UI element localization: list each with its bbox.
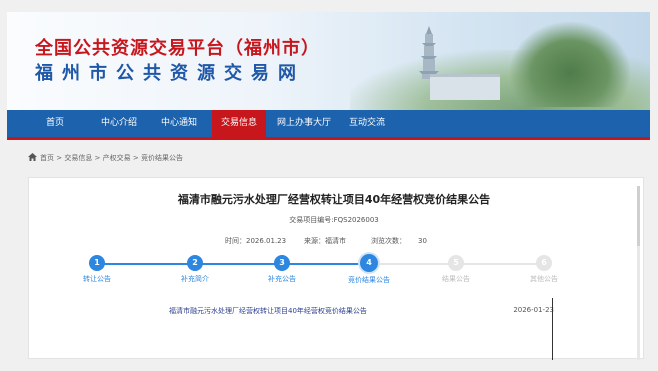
breadcrumb: 首页 > 交易信息 > 产权交易 > 竞价结果公告 [28, 153, 183, 163]
step-5[interactable]: 5 结果公告 [426, 255, 486, 284]
nav-online-service[interactable]: 网上办事大厅 [270, 110, 338, 137]
project-code: 交易项目编号:FQS2026003 [289, 216, 379, 224]
list-item[interactable]: 福清市融元污水处理厂经营权转让项目40年经营权竞价结果公告 2026-01-23 [169, 306, 554, 318]
step-3-dot: 3 [274, 255, 290, 271]
home-icon[interactable] [28, 153, 37, 161]
main-nav: 首页 中心介绍 中心通知 交易信息 网上办事大厅 互动交流 [7, 110, 650, 140]
step-5-dot: 5 [448, 255, 464, 271]
time-value: 2026.01.23 [246, 237, 287, 245]
source: 来源：福清市 [304, 236, 346, 246]
nav-center-intro[interactable]: 中心介绍 [93, 110, 145, 137]
nav-center-notice[interactable]: 中心通知 [153, 110, 205, 137]
step-4-dot: 4 [360, 254, 378, 272]
step-3-label: 补充公告 [268, 275, 296, 283]
step-1-dot: 1 [89, 255, 105, 271]
site-subtitle[interactable]: 福州市公共资源交易网 [35, 59, 305, 85]
banner-building-graphic [430, 74, 500, 100]
list-item-link[interactable]: 福清市融元污水处理厂经营权转让项目40年经营权竞价结果公告 [169, 306, 367, 316]
step-6-label: 其他公告 [530, 275, 558, 283]
views-value: 30 [418, 237, 427, 245]
scrollbar[interactable] [637, 186, 640, 360]
list-item-date: 2026-01-23 [513, 306, 554, 314]
progress-line-done [97, 263, 369, 265]
nav-interaction[interactable]: 互动交流 [341, 110, 393, 137]
step-4-label: 竞价结果公告 [348, 276, 390, 284]
step-1-label: 转让公告 [83, 275, 111, 283]
step-2-dot: 2 [187, 255, 203, 271]
divider [552, 298, 553, 360]
step-6[interactable]: 6 其他公告 [514, 255, 574, 284]
step-6-dot: 6 [536, 255, 552, 271]
page-title: 福清市融元污水处理厂经营权转让项目40年经营权竞价结果公告 [177, 193, 491, 206]
breadcrumb-text[interactable]: 首页 > 交易信息 > 产权交易 > 竞价结果公告 [40, 154, 183, 162]
step-3[interactable]: 3 补充公告 [252, 255, 312, 284]
step-2-label: 补充简介 [181, 275, 209, 283]
nav-trade-info[interactable]: 交易信息 [212, 110, 266, 137]
header-banner: 全国公共资源交易平台（福州市） 福州市公共资源交易网 [7, 12, 650, 110]
step-4[interactable]: 4 竞价结果公告 [339, 254, 399, 285]
publish-time: 时间：2026.01.23 [225, 236, 286, 246]
site-title[interactable]: 全国公共资源交易平台（福州市） [35, 34, 320, 60]
step-5-label: 结果公告 [442, 275, 470, 283]
step-2[interactable]: 2 补充简介 [165, 255, 225, 284]
pagoda-icon [419, 26, 439, 79]
time-label: 时间： [225, 237, 246, 245]
source-value: 福清市 [325, 237, 346, 245]
nav-home[interactable]: 首页 [29, 110, 81, 137]
view-count: 浏览次数： 30 [371, 236, 427, 246]
source-label: 来源： [304, 237, 325, 245]
step-1[interactable]: 1 转让公告 [67, 255, 127, 284]
banner-tree-graphic [510, 22, 630, 107]
views-label: 浏览次数： [371, 237, 406, 245]
content-panel: 福清市融元污水处理厂经营权转让项目40年经营权竞价结果公告 交易项目编号:FQS… [28, 177, 644, 360]
